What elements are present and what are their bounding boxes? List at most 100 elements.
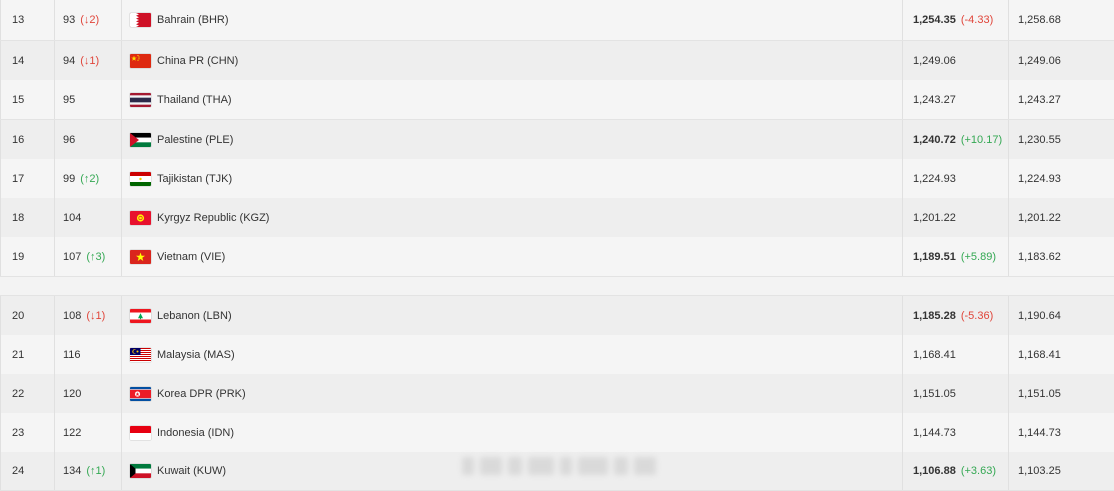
points-cell: 1,106.88 (+3.63) xyxy=(902,452,1008,490)
fifa-rank-value: 104 xyxy=(63,211,82,224)
points-value: 1,185.28 xyxy=(913,309,956,322)
points-cell: 1,243.27 xyxy=(902,80,1008,119)
position-cell: 16 xyxy=(0,120,54,159)
team-cell: Bahrain (BHR) xyxy=(121,0,902,40)
team-name-link[interactable]: Thailand (THA) xyxy=(157,94,232,106)
position-cell: 18 xyxy=(0,198,54,237)
table-row[interactable]: 17 99 (↑2) Tajikistan (TJK) 1,224.93 1,224.93 xyxy=(0,159,1114,199)
table-row[interactable]: 20 108 (↓1) Lebanon (LBN) 1,185.28 (-5.36) 1,1… xyxy=(0,296,1114,336)
points-cell: 1,189.51 (+5.89) xyxy=(902,237,1008,276)
team-cell: Palestine (PLE) xyxy=(121,120,902,159)
points-value: 1,240.72 xyxy=(913,133,956,146)
table-row[interactable]: 21 116 Malaysia (MAS) 1,168.41 1,168.41 xyxy=(0,335,1114,375)
position-value: 13 xyxy=(12,14,25,26)
points-cell: 1,249.06 xyxy=(902,41,1008,80)
rank-change: (↑1) xyxy=(86,465,106,477)
position-value: 20 xyxy=(12,309,25,322)
position-value: 19 xyxy=(12,250,25,263)
points-cell: 1,185.28 (-5.36) xyxy=(902,296,1008,335)
team-cell: China PR (CHN) xyxy=(121,41,902,80)
previous-points-value: 1,201.22 xyxy=(1018,211,1061,224)
fifa-rank-cell: 108 (↓1) xyxy=(54,296,121,335)
team-name-link[interactable]: Kuwait (KUW) xyxy=(157,465,226,477)
fifa-rank-value: 108 xyxy=(63,309,82,322)
previous-points-cell: 1,249.06 xyxy=(1008,41,1114,80)
north-korea-flag-icon xyxy=(130,386,151,401)
fifa-rank-value: 107 xyxy=(63,250,82,263)
points-cell: 1,144.73 xyxy=(902,413,1008,452)
rank-change: (↑2) xyxy=(80,172,100,185)
table-row[interactable]: 19 107 (↑3) Vietnam (VIE) 1,189.51 (+5.89) 1,1… xyxy=(0,237,1114,277)
points-value: 1,254.35 xyxy=(913,14,956,26)
team-name-link[interactable]: Bahrain (BHR) xyxy=(157,14,229,26)
table-row[interactable]: 16 96 Palestine (PLE) 1,240.72 (+10.17) 1,230… xyxy=(0,120,1114,160)
position-value: 22 xyxy=(12,387,25,400)
previous-points-cell: 1,190.64 xyxy=(1008,296,1114,335)
fifa-rank-cell: 93 (↓2) xyxy=(54,0,121,40)
china-flag-icon xyxy=(130,53,151,68)
table-row[interactable]: 23 122 Indonesia (IDN) 1,144.73 1,144.73 xyxy=(0,413,1114,453)
team-cell: Indonesia (IDN) xyxy=(121,413,902,452)
blurred-watermark xyxy=(462,451,658,481)
points-value: 1,224.93 xyxy=(913,172,956,185)
position-value: 18 xyxy=(12,211,25,224)
points-value: 1,151.05 xyxy=(913,387,956,400)
fifa-rank-cell: 134 (↑1) xyxy=(54,452,121,490)
points-cell: 1,224.93 xyxy=(902,159,1008,198)
indonesia-flag-icon xyxy=(130,425,151,440)
fifa-rank-value: 120 xyxy=(63,387,82,400)
team-name-link[interactable]: Vietnam (VIE) xyxy=(157,251,225,263)
previous-points-cell: 1,243.27 xyxy=(1008,80,1114,119)
table-row[interactable]: 22 120 Korea DPR (PRK) 1,151.05 1,151.05 xyxy=(0,374,1114,414)
table-row[interactable]: 18 104 Kyrgyz Republic (KGZ) 1,201.22 1,201.… xyxy=(0,198,1114,238)
team-name-link[interactable]: Lebanon (LBN) xyxy=(157,310,232,322)
previous-points-value: 1,144.73 xyxy=(1018,426,1061,439)
points-change: (-5.36) xyxy=(960,309,994,322)
previous-points-value: 1,190.64 xyxy=(1018,309,1061,322)
position-value: 21 xyxy=(12,348,25,361)
points-value: 1,249.06 xyxy=(913,54,956,67)
team-name-link[interactable]: Tajikistan (TJK) xyxy=(157,173,232,185)
bahrain-flag-icon xyxy=(130,13,151,27)
team-name-link[interactable]: Indonesia (IDN) xyxy=(157,427,234,439)
fifa-rank-value: 95 xyxy=(63,93,76,106)
kyrgyzstan-flag-icon xyxy=(130,210,151,225)
team-cell: Lebanon (LBN) xyxy=(121,296,902,335)
points-cell: 1,151.05 xyxy=(902,374,1008,413)
table-row[interactable]: 15 95 Thailand (THA) 1,243.27 1,243.27 xyxy=(0,80,1114,120)
previous-points-value: 1,168.41 xyxy=(1018,348,1061,361)
position-value: 16 xyxy=(12,133,25,146)
team-cell: Kyrgyz Republic (KGZ) xyxy=(121,198,902,237)
position-value: 23 xyxy=(12,426,25,439)
points-value: 1,201.22 xyxy=(913,211,956,224)
position-cell: 19 xyxy=(0,237,54,276)
fifa-rank-value: 122 xyxy=(63,426,82,439)
palestine-flag-icon xyxy=(130,132,151,147)
team-name-link[interactable]: Kyrgyz Republic (KGZ) xyxy=(157,212,269,224)
team-name-link[interactable]: Malaysia (MAS) xyxy=(157,349,235,361)
points-change: (+5.89) xyxy=(960,250,996,263)
points-cell: 1,254.35 (-4.33) xyxy=(902,0,1008,40)
position-cell: 21 xyxy=(0,335,54,374)
previous-points-cell: 1,224.93 xyxy=(1008,159,1114,198)
previous-points-value: 1,258.68 xyxy=(1018,14,1061,26)
position-cell: 23 xyxy=(0,413,54,452)
table-row[interactable]: 14 94 (↓1) China PR (CHN) 1,249.06 1,249.06 xyxy=(0,41,1114,81)
previous-points-cell: 1,151.05 xyxy=(1008,374,1114,413)
team-name-link[interactable]: Korea DPR (PRK) xyxy=(157,388,246,400)
vietnam-flag-icon xyxy=(130,249,151,264)
position-cell: 17 xyxy=(0,159,54,198)
team-cell: Korea DPR (PRK) xyxy=(121,374,902,413)
previous-points-cell: 1,103.25 xyxy=(1008,452,1114,490)
previous-points-cell: 1,230.55 xyxy=(1008,120,1114,159)
rank-change: (↑3) xyxy=(86,250,106,263)
fifa-rank-cell: 95 xyxy=(54,80,121,119)
team-name-link[interactable]: China PR (CHN) xyxy=(157,55,238,67)
team-name-link[interactable]: Palestine (PLE) xyxy=(157,134,233,146)
previous-points-value: 1,249.06 xyxy=(1018,54,1061,67)
position-cell: 14 xyxy=(0,41,54,80)
previous-points-value: 1,243.27 xyxy=(1018,93,1061,106)
table-row[interactable]: 13 93 (↓2) Bahrain (BHR) 1,254.35 (-4.33) 1,25… xyxy=(0,0,1114,41)
fifa-rank-cell: 116 xyxy=(54,335,121,374)
fifa-rank-value: 134 xyxy=(63,465,82,477)
